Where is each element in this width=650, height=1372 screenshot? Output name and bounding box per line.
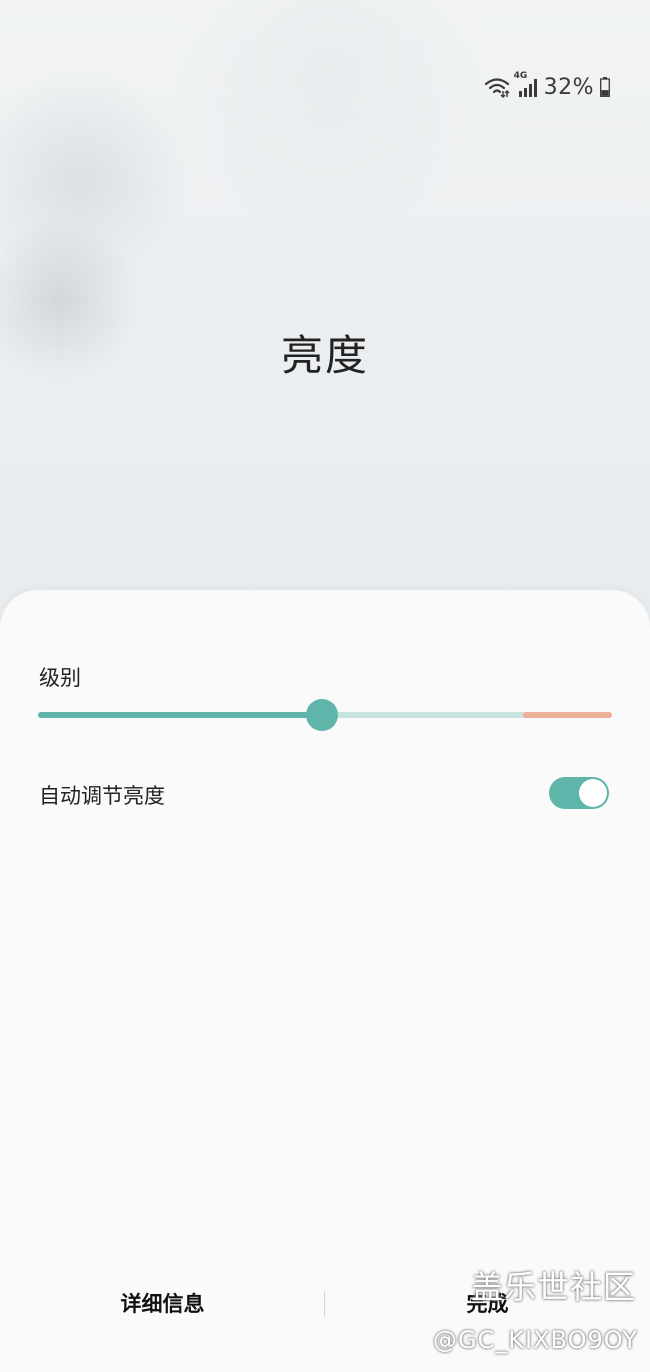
auto-brightness-toggle[interactable] <box>549 777 609 809</box>
cellular-signal-icon: 4G <box>514 71 538 98</box>
wifi-icon <box>484 76 510 98</box>
watermark-handle: @GC_KIXBO9OY <box>432 1326 638 1354</box>
auto-brightness-label: 自动调节亮度 <box>39 784 165 808</box>
brightness-slider[interactable] <box>38 699 612 731</box>
slider-fill <box>38 712 323 718</box>
slider-high-brightness-zone <box>523 712 612 718</box>
watermark-community: 盖乐世社区 <box>470 1268 636 1306</box>
page-title: 亮度 <box>280 331 369 380</box>
toggle-knob <box>579 779 607 807</box>
auto-brightness-row[interactable]: 自动调节亮度 <box>39 774 611 814</box>
level-label: 级别 <box>39 666 81 690</box>
status-bar: 4G 32% <box>484 70 610 104</box>
battery-icon <box>600 77 610 97</box>
slider-thumb[interactable] <box>306 699 339 731</box>
brightness-panel: 级别 自动调节亮度 <box>0 590 650 1372</box>
battery-percent: 32% <box>543 74 594 100</box>
details-button[interactable]: 详细信息 <box>0 1284 325 1324</box>
